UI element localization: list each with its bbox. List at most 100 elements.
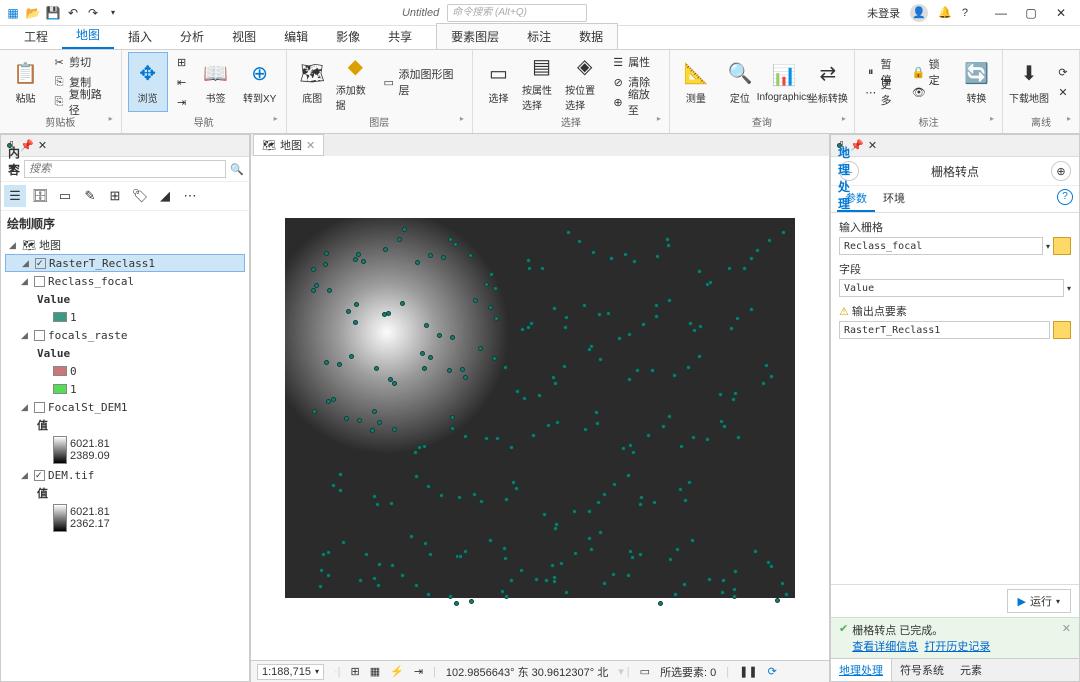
btab-geoprocessing[interactable]: 地理处理 — [831, 659, 892, 681]
list-by-drawing-icon[interactable]: ☰ — [4, 185, 26, 207]
locate-button[interactable]: 🔍定位 — [720, 52, 760, 112]
map-tab[interactable]: 🗺地图✕ — [253, 134, 324, 156]
tab-insert[interactable]: 插入 — [114, 24, 166, 49]
list-by-labeling-icon[interactable]: 🏷 — [129, 185, 151, 207]
qat-dropdown-icon[interactable]: ▾ — [104, 4, 122, 22]
browse-icon[interactable] — [1053, 321, 1071, 339]
add-data-button[interactable]: ◆添加数据 — [336, 52, 375, 112]
close-tab-icon[interactable]: ✕ — [306, 139, 315, 152]
run-button[interactable]: ▶运行▾ — [1007, 589, 1071, 613]
tab-share[interactable]: 共享 — [374, 24, 426, 49]
select-by-loc-button[interactable]: ◈按位置选择 — [565, 52, 604, 112]
remove-icon[interactable]: ✕ — [1053, 83, 1073, 101]
select-button[interactable]: ▭选择 — [479, 52, 518, 112]
login-status[interactable]: 未登录 — [867, 5, 900, 21]
list-by-perspective-icon[interactable]: ◢ — [154, 185, 176, 207]
next-extent-icon[interactable]: ⇥ — [172, 93, 192, 111]
tab-project[interactable]: 工程 — [10, 24, 62, 49]
full-extent-icon[interactable]: ⊞ — [172, 53, 192, 71]
ctx-tab-data[interactable]: 数据 — [565, 24, 617, 49]
dismiss-msg-icon[interactable]: ✕ — [1062, 622, 1071, 635]
ctx-tab-feature-layer[interactable]: 要素图层 — [437, 24, 513, 49]
goto-xy-button[interactable]: ⊕转到XY — [240, 52, 280, 112]
command-search-input[interactable]: 命令搜索 (Alt+Q) — [447, 4, 587, 22]
view-details-link[interactable]: 查看详细信息 — [852, 641, 918, 653]
tab-analysis[interactable]: 分析 — [166, 24, 218, 49]
layer-checkbox[interactable] — [34, 402, 45, 413]
close-button[interactable]: ✕ — [1046, 3, 1076, 23]
view-unplaced-button[interactable]: 👁 — [909, 83, 953, 101]
search-icon[interactable]: 🔍 — [228, 160, 246, 178]
snap-icon[interactable]: ⊞ — [350, 665, 359, 678]
tab-map[interactable]: 地图 — [62, 22, 114, 49]
grid-icon[interactable]: ▦ — [370, 665, 380, 678]
download-map-button[interactable]: ⬇下载地图 — [1009, 52, 1049, 112]
select-by-attr-button[interactable]: ▤按属性选择 — [522, 52, 561, 112]
gp-add-button[interactable]: ⊕ — [1051, 161, 1071, 181]
infographics-button[interactable]: 📊Infographics — [764, 52, 804, 112]
refresh-icon[interactable]: ⟳ — [768, 665, 777, 678]
sync-icon[interactable]: ⟳ — [1053, 63, 1073, 81]
scale-input[interactable]: 1:188,715▾ — [257, 664, 324, 680]
list-by-selection-icon[interactable]: ▭ — [54, 185, 76, 207]
measure-button[interactable]: 📐测量 — [676, 52, 716, 112]
redo-icon[interactable]: ↷ — [84, 4, 102, 22]
param-field[interactable] — [839, 279, 1064, 297]
add-graphics-layer-button[interactable]: ▭添加图形图层 — [379, 73, 466, 91]
open-icon[interactable]: 📂 — [24, 4, 42, 22]
open-history-link[interactable]: 打开历史记录 — [924, 641, 990, 653]
close-panel-icon[interactable]: ✕ — [38, 139, 47, 152]
pin-icon[interactable]: 📌 — [850, 139, 864, 152]
btab-symbology[interactable]: 符号系统 — [892, 659, 952, 681]
map-canvas[interactable] — [251, 156, 829, 660]
layer-checkbox[interactable] — [35, 258, 46, 269]
ctx-tab-label[interactable]: 标注 — [513, 24, 565, 49]
tab-edit[interactable]: 编辑 — [270, 24, 322, 49]
help-icon[interactable]: ? — [962, 7, 968, 19]
user-avatar-icon[interactable]: 👤 — [910, 4, 928, 22]
pause-draw-icon[interactable]: ❚❚ — [739, 665, 757, 678]
layer-focals-raste[interactable]: ◢focals_raste — [5, 326, 245, 344]
layer-checkbox[interactable] — [34, 470, 45, 481]
btab-element[interactable]: 元素 — [952, 659, 990, 681]
layer-checkbox[interactable] — [34, 276, 45, 287]
param-output[interactable] — [839, 321, 1050, 339]
contents-search-input[interactable] — [24, 160, 226, 178]
bookmarks-button[interactable]: 📖书签 — [196, 52, 236, 112]
layer-dem-tif[interactable]: ◢DEM.tif — [5, 466, 245, 484]
save-icon[interactable]: 💾 — [44, 4, 62, 22]
layer-rastert-reclass1[interactable]: ◢RasterT_Reclass1 — [5, 254, 245, 272]
layer-focalst-dem1[interactable]: ◢FocalSt_DEM1 — [5, 398, 245, 416]
constraint-icon[interactable]: ⇥ — [414, 665, 423, 678]
layer-reclass-focal[interactable]: ◢Reclass_focal — [5, 272, 245, 290]
undo-icon[interactable]: ↶ — [64, 4, 82, 22]
list-by-source-icon[interactable]: 🗄 — [29, 185, 51, 207]
cut-button[interactable]: ✂剪切 — [49, 53, 115, 71]
attributes-button[interactable]: ☰属性 — [608, 53, 663, 71]
prev-extent-icon[interactable]: ⇤ — [172, 73, 192, 91]
dynamic-icon[interactable]: ⚡ — [390, 665, 404, 678]
gp-tab-env[interactable]: 环境 — [875, 186, 913, 212]
coord-convert-button[interactable]: ⇄坐标转换 — [808, 52, 848, 112]
copy-path-button[interactable]: ⎘复制路径 — [49, 93, 115, 111]
map-name[interactable]: 地图 — [39, 237, 61, 253]
convert-labels-button[interactable]: 🔄转换 — [957, 52, 996, 112]
tab-imagery[interactable]: 影像 — [322, 24, 374, 49]
tab-view[interactable]: 视图 — [218, 24, 270, 49]
selection-chip-icon[interactable]: ▭ — [640, 665, 650, 678]
zoom-to-button[interactable]: ⊕缩放至 — [608, 93, 663, 111]
basemap-button[interactable]: 🗺底图 — [293, 52, 332, 112]
new-project-icon[interactable]: ▦ — [4, 4, 22, 22]
notifications-icon[interactable]: 🔔 — [938, 6, 952, 19]
close-panel-icon[interactable]: ✕ — [868, 139, 877, 152]
minimize-button[interactable]: — — [986, 3, 1016, 23]
explore-button[interactable]: ✥浏览 — [128, 52, 168, 112]
lock-labels-button[interactable]: 🔒锁定 — [909, 63, 953, 81]
maximize-button[interactable]: ▢ — [1016, 3, 1046, 23]
paste-button[interactable]: 📋粘贴 — [6, 52, 45, 112]
gp-help-icon[interactable]: ? — [1057, 189, 1073, 205]
pin-icon[interactable]: 📌 — [20, 139, 34, 152]
list-by-snapping-icon[interactable]: ⊞ — [104, 185, 126, 207]
list-by-editing-icon[interactable]: ✎ — [79, 185, 101, 207]
browse-icon[interactable] — [1053, 237, 1071, 255]
